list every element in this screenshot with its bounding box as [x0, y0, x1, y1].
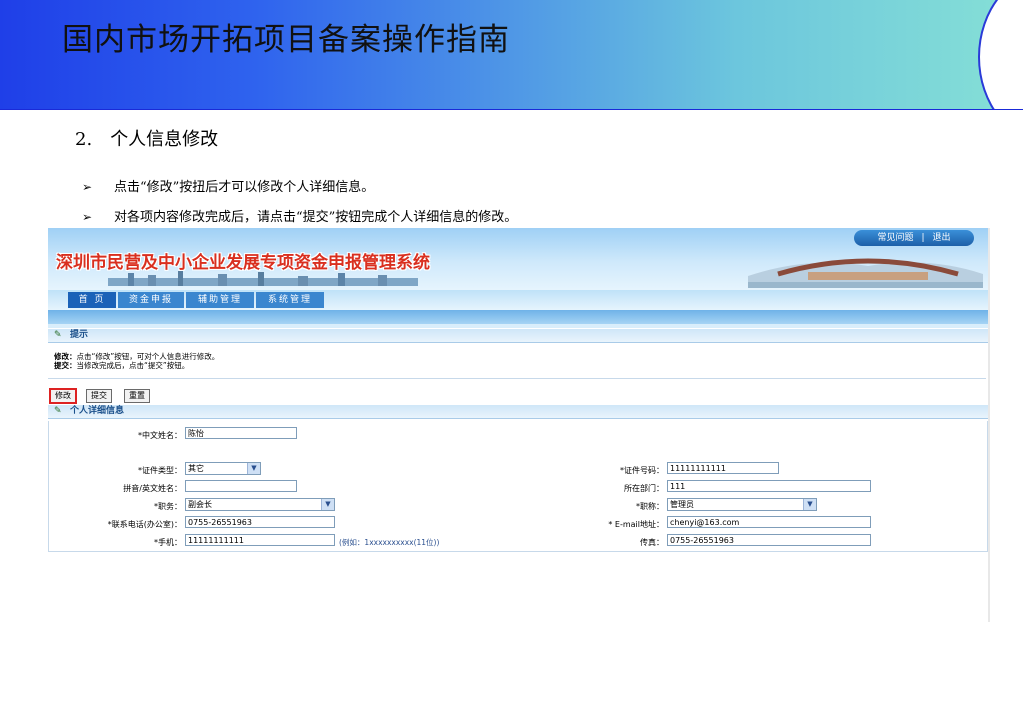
corner-arc-decoration: [978, 0, 1023, 110]
fax-input[interactable]: 0755-26551963: [667, 534, 871, 546]
system-title: 深圳市民营及中小企业发展专项资金申报管理系统: [56, 253, 430, 273]
chinese-name-label: *中文姓名：: [138, 431, 182, 440]
bullet-item: ➢ 点击“修改”按扭后才可以修改个人详细信息。: [82, 176, 374, 195]
submit-button[interactable]: 提交: [86, 389, 112, 403]
section-title: 个人信息修改: [110, 129, 219, 150]
id-number-label: *证件号码：: [620, 466, 664, 475]
department-input[interactable]: 111: [667, 480, 871, 492]
link-separator: |: [921, 233, 925, 243]
job-title-select[interactable]: 管理员 ▼: [667, 498, 817, 511]
fax-label: 传真：: [640, 538, 664, 547]
position-label: *职务：: [154, 502, 182, 511]
edit-button[interactable]: 修改: [50, 389, 76, 403]
logout-link[interactable]: 退出: [929, 233, 955, 243]
pinyin-name-label: 拼音/英文姓名：: [123, 484, 182, 493]
section-heading: 2. 个人信息修改: [75, 125, 218, 151]
web-screenshot: 深圳市民营及中小企业发展专项资金申报管理系统 常见问题 | 退出 首 页 资金申报 …: [48, 228, 988, 554]
job-title-label: *职称：: [636, 502, 664, 511]
nav-underbar: [48, 310, 988, 324]
stadium-illustration-icon: [748, 258, 983, 288]
position-select[interactable]: 副会长 ▼: [185, 498, 335, 511]
detail-header: ✎ 个人详细信息: [48, 405, 988, 419]
job-title-value: 管理员: [670, 500, 694, 509]
id-type-select[interactable]: 其它 ▼: [185, 462, 261, 475]
chevron-down-icon: ▼: [803, 499, 816, 510]
nav-item-home[interactable]: 首 页: [68, 292, 116, 308]
nav-item-system[interactable]: 系统管理: [256, 292, 324, 308]
id-type-label: *证件类型：: [138, 466, 182, 475]
tip-line: 提交：当修改完成后，点击“提交”按钮。: [54, 361, 219, 370]
header-divider: [0, 109, 1023, 110]
office-phone-label: *联系电话(办公室)：: [107, 520, 182, 529]
section-number: 2.: [75, 129, 93, 150]
tip-text: 当修改完成后，点击“提交”按钮。: [76, 361, 190, 370]
nav-item-assist[interactable]: 辅助管理: [186, 292, 254, 308]
bullet-text: 点击“修改”按扭后才可以修改个人详细信息。: [114, 180, 375, 195]
position-value: 副会长: [188, 500, 212, 509]
tip-label: 修改：: [54, 352, 77, 361]
arrow-bullet-icon: ➢: [82, 180, 93, 194]
email-label: * E-mail地址：: [608, 520, 664, 529]
slide-title: 国内市场开拓项目备案操作指南: [62, 22, 510, 58]
tip-label: 提交：: [54, 361, 77, 370]
mobile-label: *手机：: [154, 538, 182, 547]
bullet-text: 对各项内容修改完成后，请点击“提交”按钮完成个人详细信息的修改。: [114, 210, 518, 225]
tip-text: 点击“修改”按钮，可对个人信息进行修改。: [76, 352, 220, 361]
id-number-input[interactable]: 11111111111: [667, 462, 779, 474]
chinese-name-input[interactable]: 陈怡: [185, 427, 297, 439]
nav-underbar-light: [48, 324, 988, 328]
detail-header-label: 个人详细信息: [70, 406, 125, 416]
tips-text: 修改：点击“修改”按钮，可对个人信息进行修改。 提交：当修改完成后，点击“提交”…: [54, 352, 219, 370]
bullet-item: ➢ 对各项内容修改完成后，请点击“提交”按钮完成个人详细信息的修改。: [82, 206, 517, 225]
arrow-bullet-icon: ➢: [82, 210, 93, 224]
reset-button[interactable]: 重置: [124, 389, 150, 403]
mobile-input[interactable]: 11111111111: [185, 534, 335, 546]
id-type-value: 其它: [188, 464, 204, 473]
email-input[interactable]: chenyi@163.com: [667, 516, 871, 528]
nav-item-funding[interactable]: 资金申报: [118, 292, 184, 308]
tips-header-label: 提示: [70, 330, 89, 340]
pinyin-name-input[interactable]: [185, 480, 297, 492]
system-banner: 深圳市民营及中小企业发展专项资金申报管理系统 常见问题 | 退出: [48, 228, 988, 290]
tips-header: ✎ 提示: [48, 329, 988, 343]
chevron-down-icon: ▼: [321, 499, 334, 510]
office-phone-input[interactable]: 0755-26551963: [185, 516, 335, 528]
pen-icon: ✎: [54, 406, 62, 416]
pen-icon: ✎: [54, 330, 62, 340]
page-scrollbar[interactable]: [988, 228, 990, 622]
tip-line: 修改：点击“修改”按钮，可对个人信息进行修改。: [54, 352, 219, 361]
department-label: 所在部门：: [624, 484, 664, 493]
faq-link[interactable]: 常见问题: [873, 233, 917, 243]
mobile-hint: (例如：1xxxxxxxxxx(11位)): [339, 538, 440, 547]
chevron-down-icon: ▼: [247, 463, 260, 474]
top-links: 常见问题 | 退出: [854, 230, 974, 246]
